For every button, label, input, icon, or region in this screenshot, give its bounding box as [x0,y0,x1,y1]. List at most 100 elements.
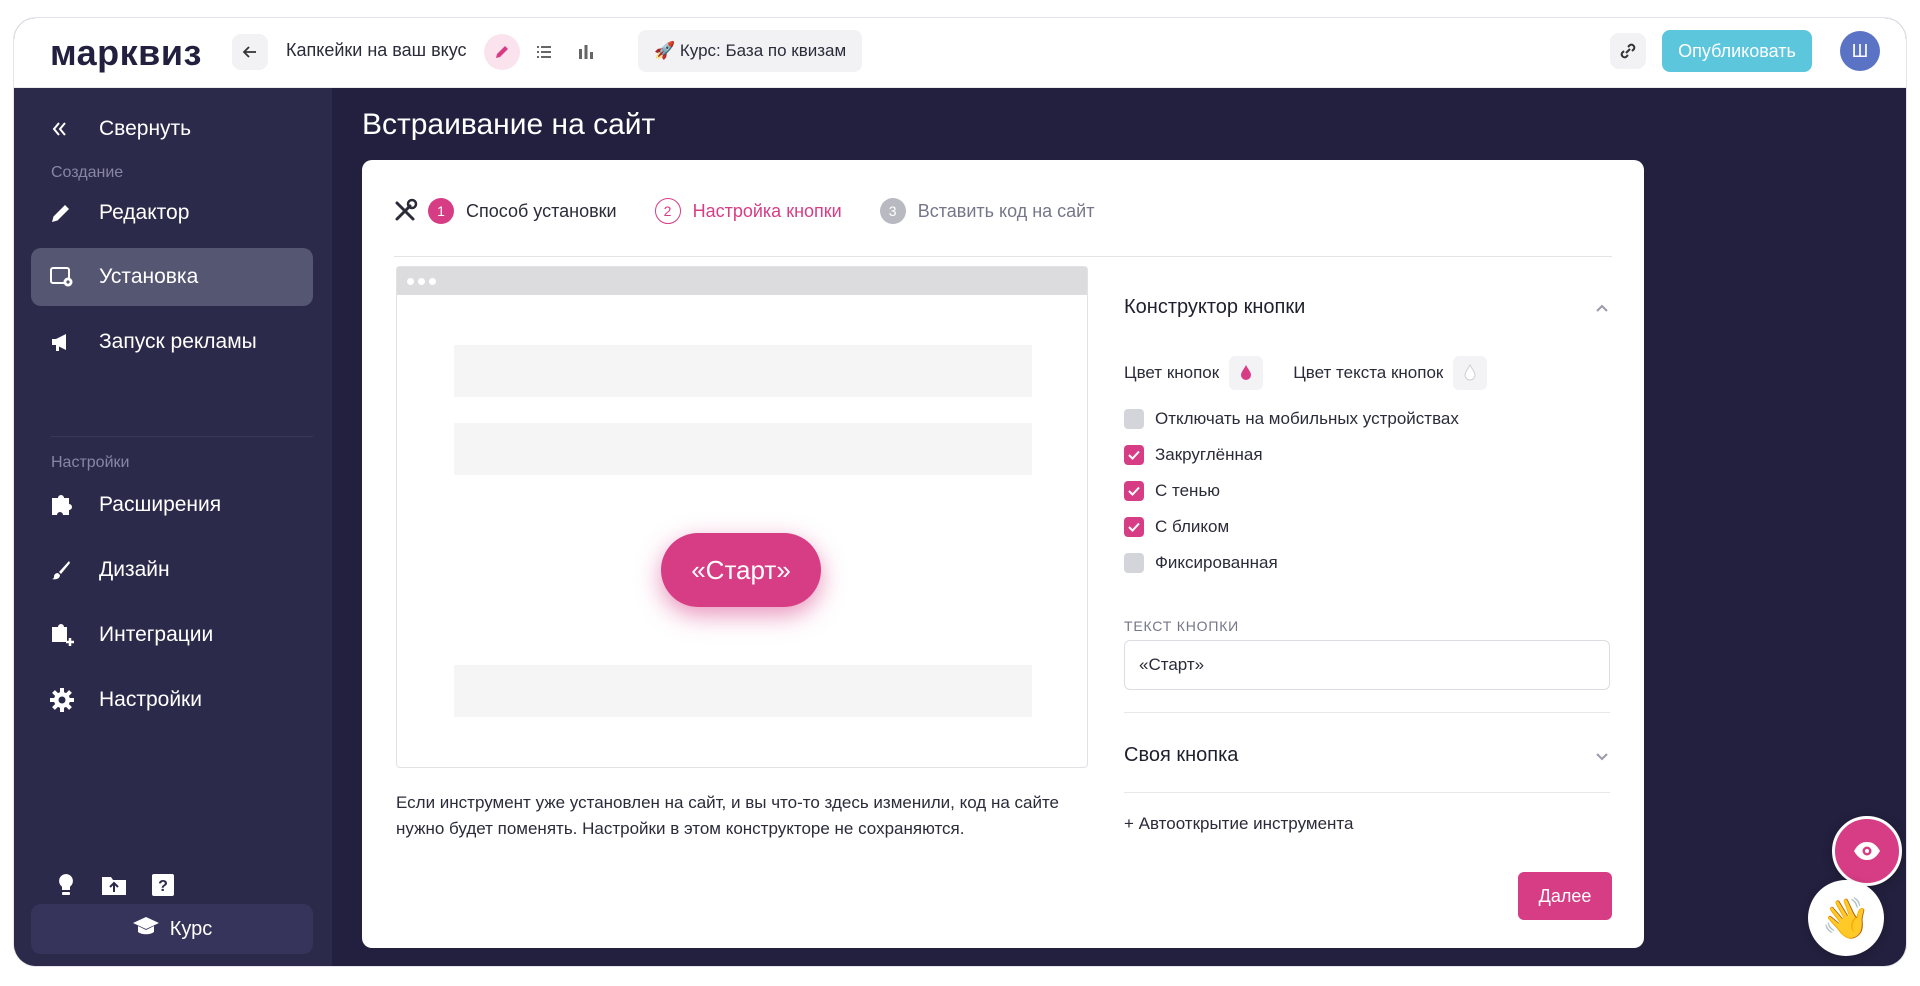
upload-folder-icon[interactable] [100,872,128,903]
svg-text:?: ? [158,878,168,895]
install-icon [49,265,99,289]
checkbox-unchecked[interactable] [1124,553,1144,573]
logo[interactable]: марквиз [50,32,202,74]
placeholder-block [454,345,1032,397]
sidebar-item-install[interactable]: Установка [31,248,313,306]
collapse-button[interactable]: Свернуть [31,100,313,158]
list-icon[interactable] [526,34,562,70]
text-color-label: Цвет текста кнопок [1293,363,1444,382]
lightbulb-icon[interactable] [54,872,78,903]
option-mobile-disable[interactable]: Отключать на мобильных устройствах [1124,409,1459,429]
megaphone-icon [49,330,99,354]
chevron-down-icon[interactable] [1592,746,1612,766]
chevron-up-icon[interactable] [1592,298,1612,318]
option-label: Закруглённая [1155,445,1263,464]
avatar[interactable]: Ш [1840,31,1880,71]
sidebar-divider [51,436,313,437]
course-chip[interactable]: 🚀 Курс: База по квизам [638,30,863,72]
sidebar-item-label: Запуск рекламы [99,330,257,353]
collapse-label: Свернуть [99,117,192,140]
sidebar-item-label: Редактор [99,201,190,224]
sidebar-item-label: Интеграции [99,623,214,646]
top-bar: марквиз Капкейки на ваш вкус 🚀 Курс: Баз… [14,18,1906,88]
sidebar-item-label: Расширения [99,493,222,516]
sidebar-item-label: Дизайн [99,558,170,581]
sidebar-item-label: Установка [99,265,199,288]
info-note: Если инструмент уже установлен на сайт, … [396,793,1060,838]
stepper: 1 Способ установки 2 Настройка кнопки 3 … [392,196,1094,226]
checkbox-checked-icon[interactable] [1124,481,1144,501]
checkbox-checked-icon[interactable] [1124,517,1144,537]
own-button-section[interactable]: Своя кнопка [1124,744,1238,767]
back-arrow-icon[interactable] [232,34,268,70]
edit-pencil-icon[interactable] [484,34,520,70]
pencil-icon [49,201,99,225]
integration-icon [49,622,99,648]
sidebar-item-editor[interactable]: Редактор [31,184,313,242]
window-dot [418,277,425,285]
option-glare[interactable]: С бликом [1124,517,1229,537]
option-rounded[interactable]: Закруглённая [1124,445,1263,465]
builder-title[interactable]: Конструктор кнопки [1124,296,1305,319]
option-label: С тенью [1155,481,1221,500]
course-button[interactable]: Курс [31,904,313,954]
divider [1124,712,1610,713]
checkbox-checked-icon[interactable] [1124,445,1144,465]
divider [1124,792,1610,793]
preview-start-button[interactable]: «Старт» [661,533,821,607]
section-create-label: Создание [51,164,124,181]
placeholder-block [454,665,1032,717]
option-label: Фиксированная [1155,553,1278,572]
step-number: 2 [654,198,681,224]
browser-bar [397,267,1087,295]
option-shadow[interactable]: С тенью [1124,481,1220,501]
sidebar-item-integrations[interactable]: Интеграции [31,606,313,664]
autoopen-link[interactable]: + Автооткрытие инструмента [1124,814,1353,834]
step-label: Вставить код на сайт [917,200,1095,221]
sidebar-item-design[interactable]: Дизайн [31,541,313,599]
tools-icon [392,198,418,224]
quiz-name[interactable]: Капкейки на ваш вкус [286,40,467,61]
publish-button[interactable]: Опубликовать [1662,30,1812,72]
stats-bar-icon[interactable] [568,34,604,70]
preview-eye-button[interactable] [1832,816,1902,886]
sidebar-item-settings[interactable]: Настройки [31,671,313,729]
waving-hand-button[interactable]: 👋 [1808,880,1884,956]
option-label: Отключать на мобильных устройствах [1155,409,1459,428]
section-settings-label: Настройки [51,454,130,471]
button-text-input[interactable] [1124,640,1610,690]
eye-icon [1853,841,1881,861]
link-icon[interactable] [1610,33,1646,69]
brush-icon [49,558,99,582]
option-fixed[interactable]: Фиксированная [1124,553,1278,573]
sidebar-item-label: Настройки [99,688,202,711]
sidebar-item-ads[interactable]: Запуск рекламы [31,313,313,371]
gear-icon [49,687,99,713]
button-color-label: Цвет кнопок [1124,363,1220,382]
step-number: 3 [879,198,906,224]
option-label: С бликом [1155,517,1230,536]
divider [394,256,1612,257]
color-row: Цвет кнопок Цвет текста кнопок [1124,356,1488,390]
step-number: 1 [428,198,454,224]
sidebar: Свернуть Создание Редактор Установка Зап… [14,88,332,966]
button-color-picker[interactable] [1229,356,1264,390]
next-button[interactable]: Далее [1518,872,1612,920]
double-chevron-left-icon [49,119,99,139]
sidebar-item-extensions[interactable]: Расширения [31,476,313,534]
window-dot [429,277,436,285]
checkbox-unchecked[interactable] [1124,409,1144,429]
course-label: Курс [169,917,213,940]
sidebar-bottom-icons: ? [54,872,176,903]
step-1[interactable]: 1 Способ установки [428,198,617,224]
button-text-label: ТЕКСТ КНОПКИ [1124,618,1240,634]
help-question-icon[interactable]: ? [150,872,176,903]
waving-hand-icon: 👋 [1821,896,1871,941]
step-3[interactable]: 3 Вставить код на сайт [879,198,1095,224]
text-color-picker[interactable] [1453,356,1488,390]
embed-card: 1 Способ установки 2 Настройка кнопки 3 … [362,160,1644,948]
page-title: Встраивание на сайт [362,108,656,141]
step-2[interactable]: 2 Настройка кнопки [654,198,842,224]
app-window: марквиз Капкейки на ваш вкус 🚀 Курс: Баз… [14,18,1906,966]
window-dot [407,277,414,285]
